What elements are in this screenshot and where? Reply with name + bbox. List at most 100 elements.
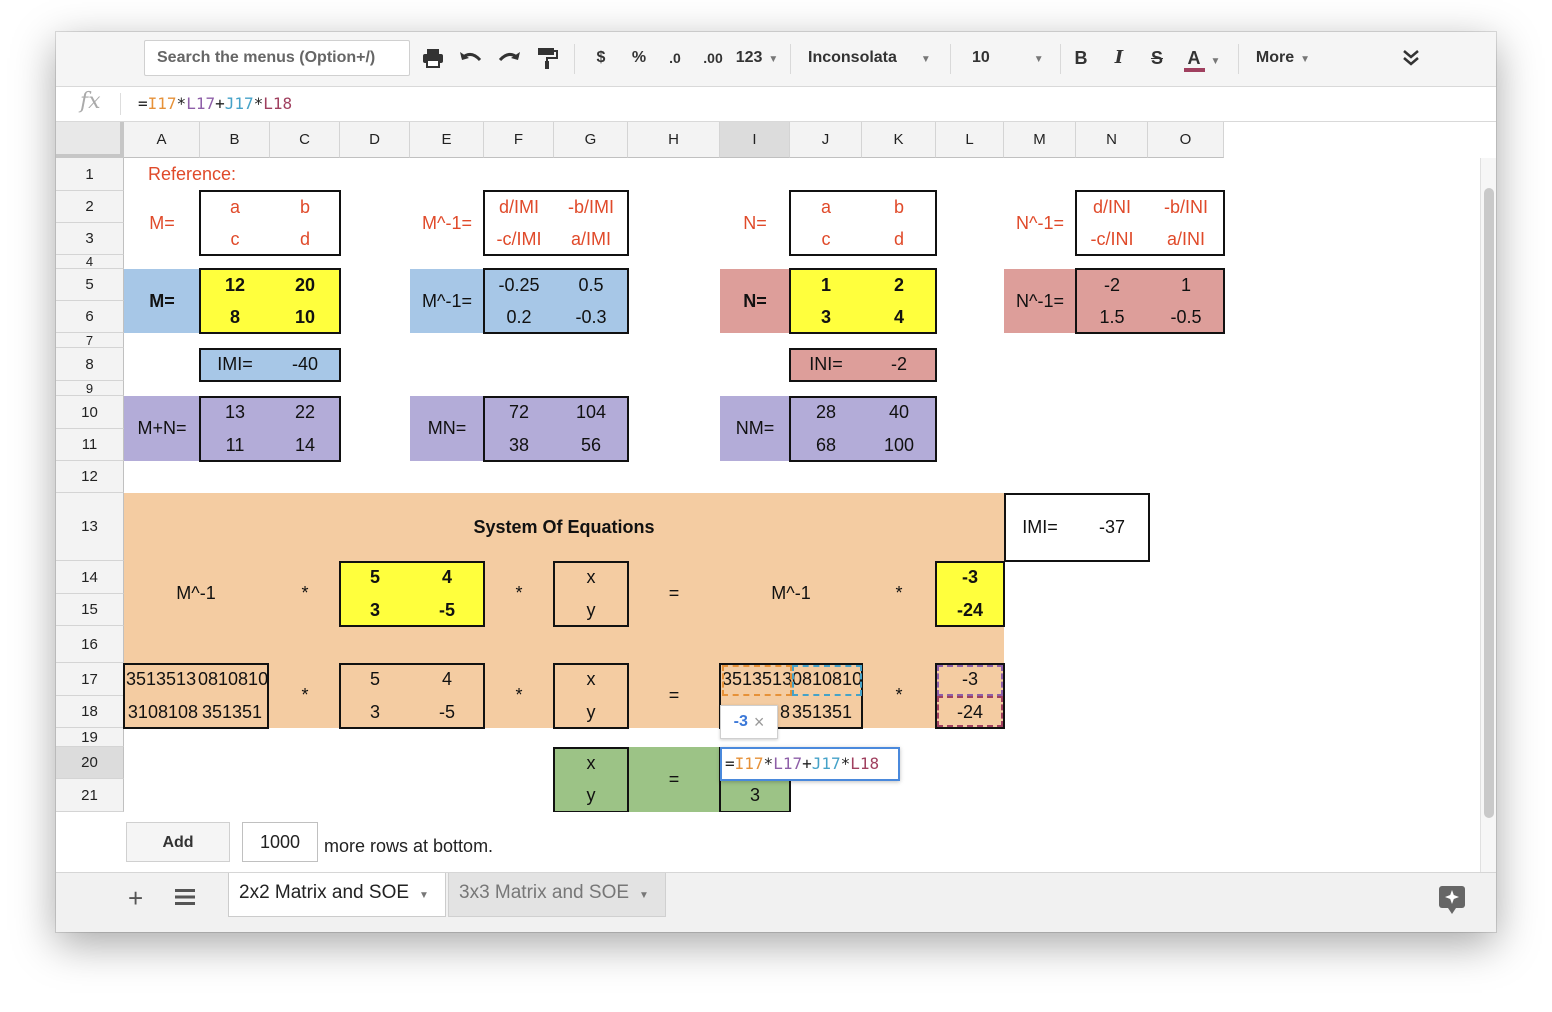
formula-text[interactable]: =I17*L17+J17*L18 [138,94,292,113]
ninv-12[interactable]: 1 [1148,269,1224,301]
column-header-b[interactable]: B [200,122,270,158]
det-n-value[interactable]: -2 [862,348,936,381]
print-icon[interactable] [420,42,446,74]
m-22[interactable]: 10 [270,301,340,333]
column-header-k[interactable]: K [862,122,936,158]
row-header-4[interactable]: 4 [56,254,124,269]
number-format-dropdown[interactable]: 123 ▼ [734,42,780,74]
increase-decimal-button[interactable]: .00 [696,42,730,74]
italic-button[interactable]: I [1106,42,1132,74]
currency-format-button[interactable]: $ [588,42,614,74]
row-header-13[interactable]: 13 [56,493,124,561]
column-header-i[interactable]: I [720,122,790,158]
result-y-value[interactable]: 3 [720,779,790,812]
m-12[interactable]: 20 [270,269,340,301]
column-header-g[interactable]: G [554,122,628,158]
soe-coeff-11[interactable]: 5 [340,561,410,594]
row-header-17[interactable]: 17 [56,663,124,696]
soe-inv-b17[interactable]: 0810810 [198,663,268,696]
soe-coeff-21[interactable]: 3 [340,594,410,626]
n-22[interactable]: 4 [862,301,936,333]
close-icon[interactable]: × [754,712,765,733]
decrease-decimal-button[interactable]: .0 [660,42,690,74]
row-header-1[interactable]: 1 [56,158,124,191]
column-header-j[interactable]: J [790,122,862,158]
row-header-2[interactable]: 2 [56,191,124,223]
column-header-n[interactable]: N [1076,122,1148,158]
mn-21[interactable]: 38 [484,429,554,461]
soe-inv-a17[interactable]: 3513513 [126,663,198,696]
soe-r2-coeff-11[interactable]: 5 [340,663,410,696]
minv-12[interactable]: 0.5 [554,269,628,301]
minv-21[interactable]: 0.2 [484,301,554,333]
row-header-6[interactable]: 6 [56,301,124,333]
sum-12[interactable]: 22 [270,396,340,429]
nm-12[interactable]: 40 [862,396,936,429]
soe-const-2[interactable]: -24 [936,594,1004,626]
sum-22[interactable]: 14 [270,429,340,461]
column-header-e[interactable]: E [410,122,484,158]
mn-22[interactable]: 56 [554,429,628,461]
soe-coeff-22[interactable]: -5 [410,594,484,626]
row-header-19[interactable]: 19 [56,728,124,747]
add-sheet-icon[interactable]: + [128,883,143,914]
column-header-c[interactable]: C [270,122,340,158]
row-header-16[interactable]: 16 [56,626,124,663]
all-sheets-icon[interactable] [174,887,196,912]
tab-3x3-matrix-and-soe[interactable]: 3x3 Matrix and SOE ▼ [448,873,666,917]
column-header-m[interactable]: M [1004,122,1076,158]
font-family-dropdown[interactable]: Inconsolata ▼ [798,42,948,74]
soe-r2-coeff-21[interactable]: 3 [340,696,410,728]
soe-inv-b18[interactable]: 351351 [202,696,268,728]
font-size-dropdown[interactable]: 10 ▼ [960,42,1062,74]
m-11[interactable]: 12 [200,269,270,301]
cell-editor-input[interactable]: =I17*L17+J17*L18 [720,747,900,781]
mn-11[interactable]: 72 [484,396,554,429]
row-header-10[interactable]: 10 [56,396,124,429]
text-color-button[interactable]: A ▼ [1178,42,1226,74]
explore-icon[interactable] [1438,885,1466,920]
search-menus-input[interactable]: Search the menus (Option+/) [144,40,410,76]
select-all-corner[interactable] [56,122,124,158]
row-header-14[interactable]: 14 [56,561,124,594]
scrollbar-thumb[interactable] [1484,188,1494,818]
row-header-20[interactable]: 20 [56,747,124,779]
nm-11[interactable]: 28 [790,396,862,429]
vertical-scrollbar[interactable] [1480,158,1496,882]
tab-2x2-matrix-and-soe[interactable]: 2x2 Matrix and SOE ▼ [228,873,446,917]
bold-button[interactable]: B [1068,42,1094,74]
row-header-3[interactable]: 3 [56,223,124,255]
row-header-12[interactable]: 12 [56,461,124,493]
column-header-d[interactable]: D [340,122,410,158]
soe-inv-a18[interactable]: 3108108 [124,696,198,728]
row-header-15[interactable]: 15 [56,594,124,626]
m-21[interactable]: 8 [200,301,270,333]
row-header-7[interactable]: 7 [56,333,124,348]
add-rows-button[interactable]: Add [126,822,230,862]
soe-const-1[interactable]: -3 [936,561,1004,594]
column-header-h[interactable]: H [628,122,720,158]
row-header-18[interactable]: 18 [56,696,124,728]
soe-coeff-12[interactable]: 4 [410,561,484,594]
sum-21[interactable]: 11 [200,429,270,461]
undo-icon[interactable] [458,42,484,74]
column-header-f[interactable]: F [484,122,554,158]
row-header-9[interactable]: 9 [56,381,124,396]
formula-bar[interactable]: fx =I17*L17+J17*L18 [56,87,1496,122]
soe-r2-coeff-12[interactable]: 4 [410,663,484,696]
ninv-22[interactable]: -0.5 [1148,301,1224,333]
soe-r2-coeff-22[interactable]: -5 [410,696,484,728]
minv-11[interactable]: -0.25 [484,269,554,301]
redo-icon[interactable] [496,42,522,74]
sum-11[interactable]: 13 [200,396,270,429]
column-header-a[interactable]: A [124,122,200,158]
ninv-21[interactable]: 1.5 [1076,301,1148,333]
rows-count-input[interactable]: 1000 [242,822,318,862]
nm-21[interactable]: 68 [790,429,862,461]
row-header-11[interactable]: 11 [56,429,124,461]
strikethrough-button[interactable]: S [1144,42,1170,74]
soe-inv-j18[interactable]: 351351 [792,696,862,728]
mn-12[interactable]: 104 [554,396,628,429]
row-header-8[interactable]: 8 [56,348,124,381]
ninv-11[interactable]: -2 [1076,269,1148,301]
